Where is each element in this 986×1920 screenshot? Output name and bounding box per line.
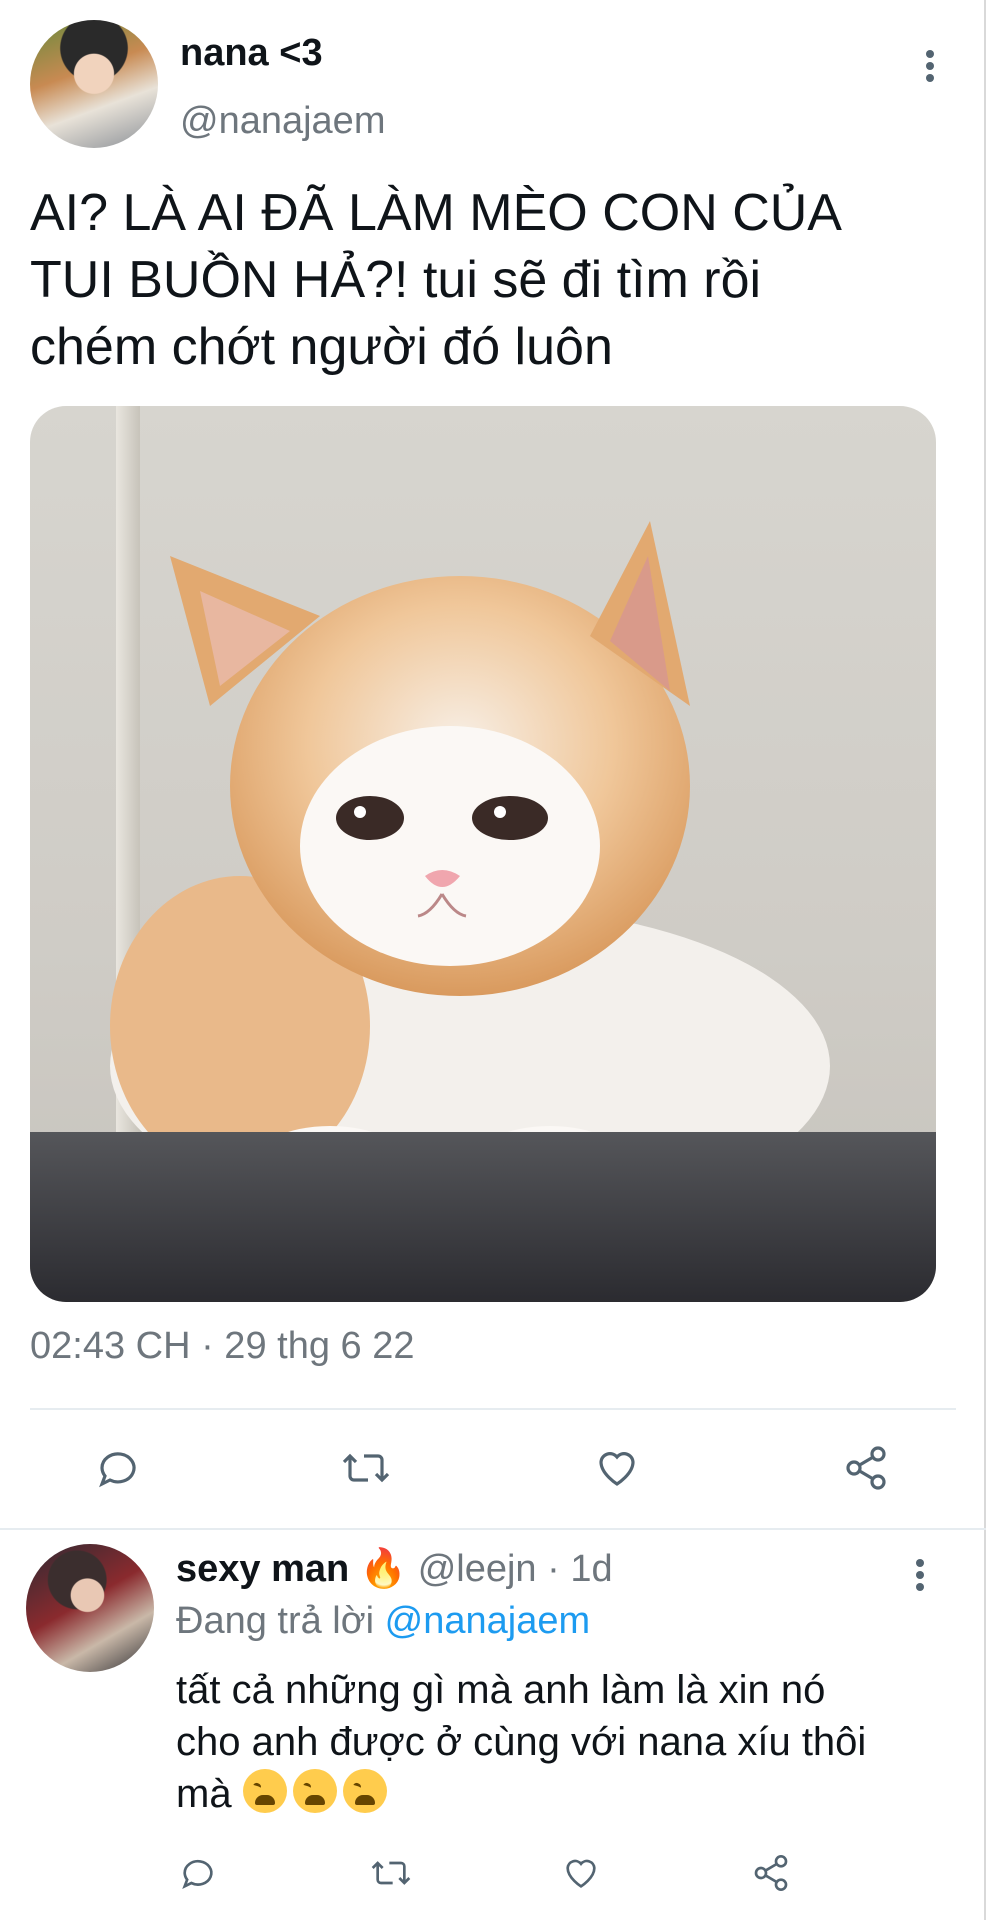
weary-face-icon [342, 1769, 387, 1813]
heart-icon[interactable] [556, 1848, 606, 1898]
more-vertical-icon[interactable] [920, 46, 940, 86]
divider [0, 1528, 986, 1530]
replying-to: Đang trả lời @nanajaem [176, 1600, 590, 1643]
reply-handle-time[interactable]: @leejn · 1d [418, 1548, 613, 1590]
tweet-text-line: TUI BUỒN HẢ?! tui sẽ đi tìm rồi [30, 251, 762, 309]
reply-header: sexy man 🔥 @leejn · 1d [176, 1546, 613, 1592]
weary-face-icon [242, 1769, 287, 1813]
timestamp: 02:43 CH · 29 thg 6 22 [30, 1325, 415, 1367]
avatar[interactable] [30, 20, 158, 148]
tweet-text-line: chém chớt người đó luôn [30, 318, 613, 376]
tweet-actions [0, 1438, 986, 1498]
retweet-icon[interactable] [336, 1438, 396, 1498]
fire-emoji: 🔥 [359, 1548, 408, 1590]
reply-text: tất cả những gì mà anh làm là xin nó cho… [176, 1664, 956, 1820]
reply-text-line: mà [176, 1772, 232, 1816]
tweet-text: AI? LÀ AI ĐÃ LÀM MÈO CON CỦA TUI BUỒN HẢ… [30, 180, 940, 381]
display-name[interactable]: nana <3 [180, 32, 323, 75]
reply-text-line: tất cả những gì mà anh làm là xin nó [176, 1668, 826, 1712]
heart-icon[interactable] [587, 1438, 647, 1498]
reply-actions [0, 1848, 986, 1898]
retweet-icon[interactable] [366, 1848, 416, 1898]
table-surface [30, 1132, 936, 1302]
replying-label: Đang trả lời [176, 1600, 375, 1642]
reply-display-name[interactable]: sexy man [176, 1548, 349, 1590]
divider [30, 1408, 956, 1410]
share-icon[interactable] [836, 1438, 896, 1498]
reply-avatar[interactable] [26, 1544, 154, 1672]
reply-icon[interactable] [88, 1438, 148, 1498]
weary-face-icon [292, 1769, 337, 1813]
reply-text-line-3: mà [176, 1768, 956, 1820]
reply-text-line: cho anh được ở cùng với nana xíu thôi [176, 1720, 867, 1764]
tweet-header: nana <3 @nanajaem [30, 20, 960, 150]
share-icon[interactable] [746, 1848, 796, 1898]
tweet-media-image[interactable] [30, 406, 936, 1302]
replying-mention[interactable]: @nanajaem [385, 1600, 590, 1642]
reply-icon[interactable] [173, 1848, 223, 1898]
tweet-text-line: AI? LÀ AI ĐÃ LÀM MÈO CON CỦA [30, 184, 842, 242]
handle[interactable]: @nanajaem [180, 100, 385, 143]
more-vertical-icon[interactable] [910, 1555, 930, 1595]
